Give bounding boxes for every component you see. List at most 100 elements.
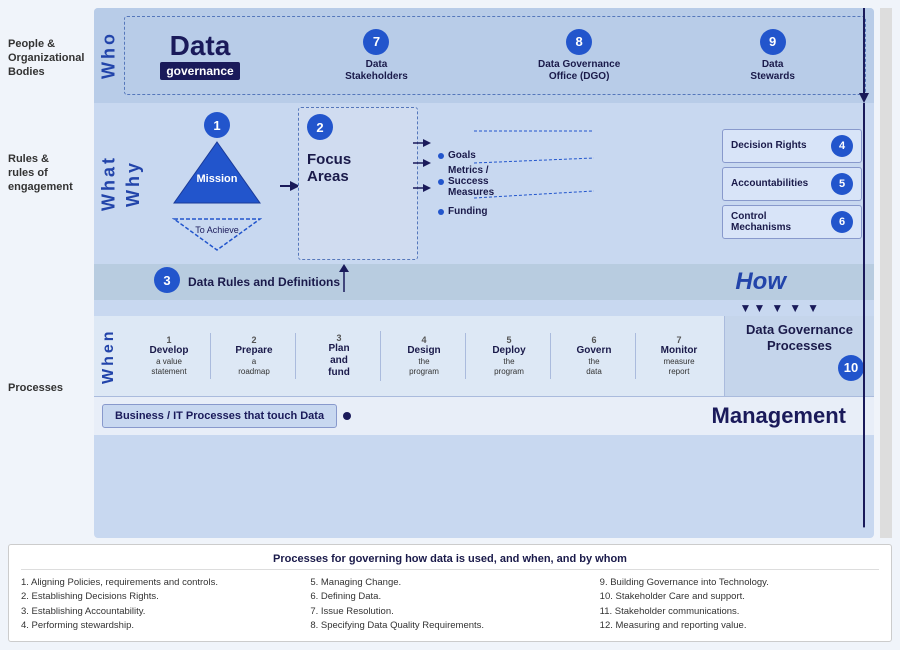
bottom-item-2: 2. Establishing Decisions Rights. xyxy=(21,590,300,604)
bottom-item-9: 9. Building Governance into Technology. xyxy=(600,576,879,590)
mission-to-focus-arrow xyxy=(280,176,300,196)
process-step-4: 4 Design theprogram xyxy=(383,333,466,378)
goal-dot-1 xyxy=(438,153,444,159)
badge-3: 3 xyxy=(154,267,180,293)
process-step-3: 3 Planandfund xyxy=(298,331,381,381)
middle-section: What Why 1 Mission xyxy=(94,103,874,264)
step-title-4: Design xyxy=(407,345,440,357)
business-it-dot xyxy=(343,412,351,420)
bottom-columns: 1. Aligning Policies, requirements and c… xyxy=(21,576,879,633)
goal-label-metrics: Metrics /SuccessMeasures xyxy=(448,165,494,198)
badge-5: 5 xyxy=(831,173,853,195)
process-arrow-4: ▼ xyxy=(789,301,801,315)
who-items-list: 7 DataStakeholders 8 Data GovernanceOffi… xyxy=(275,17,865,94)
goal-funding: Funding xyxy=(438,206,494,217)
control-mechanisms-label: ControlMechanisms xyxy=(731,211,827,233)
label-people: People &OrganizationalBodies xyxy=(8,8,88,108)
step-desc-2: aroadmap xyxy=(238,357,270,376)
goal-dot-2 xyxy=(438,179,444,185)
step-title-1: Develop xyxy=(150,345,189,357)
process-step-2: 2 Prepare aroadmap xyxy=(213,333,296,378)
step-desc-5: theprogram xyxy=(494,357,524,376)
step-num-5: 5 xyxy=(506,335,511,345)
step-num-4: 4 xyxy=(421,335,426,345)
dgo-label: Data GovernanceOffice (DGO) xyxy=(538,59,620,83)
goal-goals: Goals xyxy=(438,150,494,161)
mission-area: 1 Mission To Achieve xyxy=(142,107,292,260)
step-desc-1: a valuestatement xyxy=(151,357,186,376)
svg-text:To Achieve: To Achieve xyxy=(195,225,239,235)
focus-arrows xyxy=(413,133,433,198)
goal-metrics: Metrics /SuccessMeasures xyxy=(438,165,494,198)
step-num-7: 7 xyxy=(676,335,681,345)
bottom-item-8: 8. Specifying Data Quality Requirements. xyxy=(310,619,589,633)
badge-6: 6 xyxy=(831,211,853,233)
who-section: Who Data governance 7 DataStakeholders xyxy=(94,8,874,103)
process-arrow-2: ▼ xyxy=(753,301,765,315)
goal-label-funding: Funding xyxy=(448,206,487,217)
main-diagram: Who Data governance 7 DataStakeholders xyxy=(94,8,874,538)
bottom-item-7: 7. Issue Resolution. xyxy=(310,605,589,619)
bottom-item-6: 6. Defining Data. xyxy=(310,590,589,604)
control-mechanisms-box: ControlMechanisms 6 xyxy=(722,205,862,239)
dgp-title: Data GovernanceProcesses xyxy=(746,322,853,353)
step-title-5: Deploy xyxy=(492,345,525,357)
who-item-dgo: 8 Data GovernanceOffice (DGO) xyxy=(538,29,620,83)
decision-rights-label: Decision Rights xyxy=(731,140,827,151)
mission-triangle: Mission xyxy=(172,140,262,215)
who-item-stewards: 9 DataStewards xyxy=(750,29,794,83)
when-axis-label: When xyxy=(94,316,124,396)
bottom-col-3: 9. Building Governance into Technology. … xyxy=(600,576,879,633)
badge-1: 1 xyxy=(204,112,230,138)
process-step-6: 6 Govern thedata xyxy=(553,333,636,378)
process-step-1: 1 Develop a valuestatement xyxy=(128,333,211,378)
step-num-3: 3 xyxy=(336,333,341,343)
why-axis-label: Why xyxy=(124,107,142,260)
step-title-3: Planandfund xyxy=(328,343,350,379)
who-item-stakeholders: 7 DataStakeholders xyxy=(345,29,408,83)
left-labels: People &OrganizationalBodies Rules &rule… xyxy=(8,8,88,538)
badge-2: 2 xyxy=(307,114,333,140)
what-axis-label: What xyxy=(94,107,124,260)
badge-7: 7 xyxy=(363,29,389,55)
step-desc-4: theprogram xyxy=(409,357,439,376)
process-section: When 1 Develop a valuestatement 2 Prepar… xyxy=(94,316,874,396)
goals-column: Goals Metrics /SuccessMeasures Funding xyxy=(438,107,494,260)
stewards-label: DataStewards xyxy=(750,59,794,83)
dg-logo-area: Data governance xyxy=(125,17,275,94)
bottom-item-12: 12. Measuring and reporting value. xyxy=(600,619,879,633)
process-step-5: 5 Deploy theprogram xyxy=(468,333,551,378)
process-arrow-1: ▼ xyxy=(740,301,752,315)
how-label: How xyxy=(735,268,786,296)
step-num-6: 6 xyxy=(591,335,596,345)
management-text: Management xyxy=(712,403,866,429)
business-it-section: Business / IT Processes that touch Data … xyxy=(94,396,874,435)
bottom-col-1: 1. Aligning Policies, requirements and c… xyxy=(21,576,300,633)
decision-rights-box: Decision Rights 4 xyxy=(722,129,862,163)
bottom-item-10: 10. Stakeholder Care and support. xyxy=(600,590,879,604)
bottom-col-2: 5. Managing Change. 6. Defining Data. 7.… xyxy=(310,576,589,633)
goal-dot-3 xyxy=(438,209,444,215)
data-rules-arrow xyxy=(294,264,394,292)
bottom-title: Processes for governing how data is used… xyxy=(21,553,879,570)
bottom-section: Processes for governing how data is used… xyxy=(8,544,892,642)
data-rules-section: 3 Data Rules and Definitions How xyxy=(94,264,874,300)
bottom-item-3: 3. Establishing Accountability. xyxy=(21,605,300,619)
logo-governance: governance xyxy=(160,62,239,80)
big-right-arrow xyxy=(854,8,874,538)
bottom-item-11: 11. Stakeholder communications. xyxy=(600,605,879,619)
process-arrow-5: ▼ xyxy=(807,301,819,315)
step-title-7: Monitor xyxy=(661,345,698,357)
step-num-1: 1 xyxy=(166,335,171,345)
stakeholders-label: DataStakeholders xyxy=(345,59,408,83)
accountabilities-label: Accountabilities xyxy=(731,178,827,189)
mission-inner: 1 Mission To Achieve xyxy=(172,112,262,255)
step-desc-7: measurereport xyxy=(663,357,694,376)
scrollbar[interactable] xyxy=(880,8,892,538)
to-achieve-triangle: To Achieve xyxy=(172,217,262,252)
down-arrows-row: ▼ ▼ ▼ ▼ ▼ xyxy=(94,300,874,316)
step-title-2: Prepare xyxy=(235,345,272,357)
accountabilities-box: Accountabilities 5 xyxy=(722,167,862,201)
step-desc-6: thedata xyxy=(586,357,602,376)
decision-rights-boxes: Decision Rights 4 Accountabilities 5 Con… xyxy=(722,107,866,260)
